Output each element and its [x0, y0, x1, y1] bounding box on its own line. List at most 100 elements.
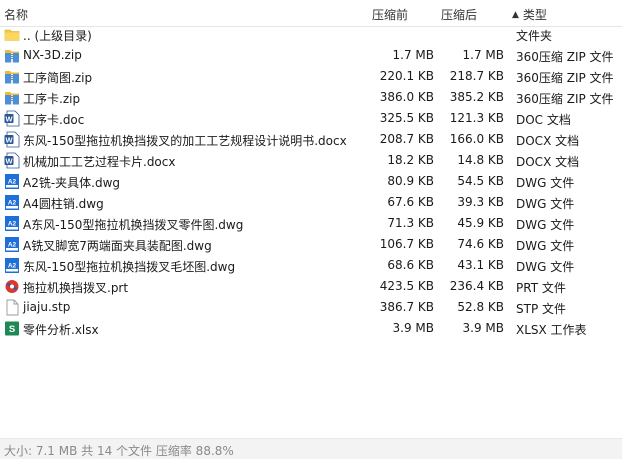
- file-name: 拖拉机换挡拨叉.prt: [23, 281, 129, 295]
- svg-text:A2: A2: [8, 200, 17, 207]
- file-type: 360压缩 ZIP 文件: [516, 92, 614, 106]
- column-type-header[interactable]: ▲ 类型: [512, 6, 547, 23]
- file-row[interactable]: S 零件分析.xlsx 3.9 MB 3.9 MB XLSX 工作表: [0, 318, 622, 339]
- compressed-size: 74.6 KB: [457, 237, 504, 251]
- word-icon: W: [4, 110, 20, 127]
- original-size: 68.6 KB: [387, 258, 434, 272]
- file-name: 工序简图.zip: [23, 71, 93, 85]
- dwg-icon: A2: [4, 173, 20, 190]
- column-header: 名称 压缩前 压缩后 ▲ 类型: [0, 0, 622, 27]
- svg-text:A2: A2: [8, 242, 17, 249]
- original-size: 1.7 MB: [392, 48, 434, 62]
- zip-icon: [4, 89, 20, 106]
- file-row[interactable]: A2 A2铣-夹具体.dwg 80.9 KB 54.5 KB DWG 文件: [0, 171, 622, 192]
- compressed-size: 121.3 KB: [449, 111, 504, 125]
- file-type: STP 文件: [516, 302, 566, 316]
- original-size: 423.5 KB: [379, 279, 434, 293]
- file-type: DWG 文件: [516, 239, 575, 253]
- file-row[interactable]: jiaju.stp 386.7 KB 52.8 KB STP 文件: [0, 297, 622, 318]
- column-compressed-size-header[interactable]: 压缩后: [441, 6, 477, 23]
- file-name: A2铣-夹具体.dwg: [23, 176, 121, 190]
- compressed-size: 14.8 KB: [457, 153, 504, 167]
- original-size: 386.0 KB: [379, 90, 434, 104]
- file-name: A东风-150型拖拉机换挡拨叉零件图.dwg: [23, 218, 244, 232]
- original-size: 3.9 MB: [392, 321, 434, 335]
- file-name: 工序卡.zip: [23, 92, 81, 106]
- file-row[interactable]: 工序卡.zip 386.0 KB 385.2 KB 360压缩 ZIP 文件: [0, 87, 622, 108]
- file-type: XLSX 工作表: [516, 323, 587, 337]
- dwg-icon: A2: [4, 194, 20, 211]
- compressed-size: 218.7 KB: [449, 69, 504, 83]
- svg-text:A2: A2: [8, 221, 17, 228]
- status-bar: 大小: 7.1 MB 共 14 个文件 压缩率 88.8%: [0, 438, 622, 459]
- file-name: 零件分析.xlsx: [23, 323, 99, 337]
- compressed-size: 3.9 MB: [462, 321, 504, 335]
- column-original-size-header[interactable]: 压缩前: [372, 6, 408, 23]
- original-size: 386.7 KB: [379, 300, 434, 314]
- file-row[interactable]: 工序简图.zip 220.1 KB 218.7 KB 360压缩 ZIP 文件: [0, 66, 622, 87]
- excel-icon: S: [4, 320, 20, 337]
- zip-icon: [4, 68, 20, 85]
- file-row[interactable]: W 东风-150型拖拉机换挡拨叉的加工工艺规程设计说明书.docx 208.7 KB…: [0, 129, 622, 150]
- file-list: .. (上级目录) 文件夹 NX-3D.zip 1.7 MB 1.7 MB 360压缩 Z…: [0, 24, 622, 339]
- file-row[interactable]: NX-3D.zip 1.7 MB 1.7 MB 360压缩 ZIP 文件: [0, 45, 622, 66]
- file-row[interactable]: 拖拉机换挡拨叉.prt 423.5 KB 236.4 KB PRT 文件: [0, 276, 622, 297]
- file-row[interactable]: A2 东风-150型拖拉机换挡拨叉毛坯图.dwg 68.6 KB 43.1 KB DWG…: [0, 255, 622, 276]
- file-type: DOCX 文档: [516, 155, 580, 169]
- dwg-icon: A2: [4, 236, 20, 253]
- file-name: 工序卡.doc: [23, 113, 85, 127]
- status-text: 大小: 7.1 MB 共 14 个文件 压缩率 88.8%: [4, 444, 234, 458]
- file-row[interactable]: A2 A4圆柱销.dwg 67.6 KB 39.3 KB DWG 文件: [0, 192, 622, 213]
- original-size: 220.1 KB: [379, 69, 434, 83]
- file-type: 360压缩 ZIP 文件: [516, 50, 614, 64]
- compressed-size: 45.9 KB: [457, 216, 504, 230]
- compressed-size: 236.4 KB: [449, 279, 504, 293]
- compressed-size: 166.0 KB: [449, 132, 504, 146]
- column-type-label: 类型: [522, 8, 547, 22]
- svg-text:A2: A2: [8, 263, 17, 270]
- nx-prt-icon: [4, 278, 20, 295]
- compressed-size: 1.7 MB: [462, 48, 504, 62]
- file-type: 文件夹: [516, 29, 553, 43]
- original-size: 67.6 KB: [387, 195, 434, 209]
- compressed-size: 43.1 KB: [457, 258, 504, 272]
- column-name-header[interactable]: 名称: [4, 6, 28, 23]
- file-row[interactable]: W 工序卡.doc 325.5 KB 121.3 KB DOC 文档: [0, 108, 622, 129]
- file-name: .. (上级目录): [23, 29, 92, 43]
- file-row[interactable]: A2 A东风-150型拖拉机换挡拨叉零件图.dwg 71.3 KB 45.9 KB DW…: [0, 213, 622, 234]
- file-type: PRT 文件: [516, 281, 566, 295]
- compressed-size: 385.2 KB: [449, 90, 504, 104]
- file-row[interactable]: .. (上级目录) 文件夹: [0, 24, 622, 45]
- file-name: 东风-150型拖拉机换挡拨叉的加工工艺规程设计说明书.docx: [23, 134, 347, 148]
- original-size: 106.7 KB: [379, 237, 434, 251]
- compressed-size: 52.8 KB: [457, 300, 504, 314]
- blank-file-icon: [4, 299, 20, 316]
- file-type: DWG 文件: [516, 260, 575, 274]
- svg-text:W: W: [5, 114, 13, 123]
- original-size: 80.9 KB: [387, 174, 434, 188]
- file-type: DOC 文档: [516, 113, 571, 127]
- original-size: 18.2 KB: [387, 153, 434, 167]
- file-type: DWG 文件: [516, 197, 575, 211]
- file-row[interactable]: A2 A铣叉脚宽7两端面夹具装配图.dwg 106.7 KB 74.6 KB DWG 文…: [0, 234, 622, 255]
- folder-icon: [4, 26, 20, 43]
- file-type: DWG 文件: [516, 176, 575, 190]
- file-type: DWG 文件: [516, 218, 575, 232]
- file-row[interactable]: W 机械加工工艺过程卡片.docx 18.2 KB 14.8 KB DOCX 文档: [0, 150, 622, 171]
- file-type: 360压缩 ZIP 文件: [516, 71, 614, 85]
- file-name: A铣叉脚宽7两端面夹具装配图.dwg: [23, 239, 212, 253]
- original-size: 325.5 KB: [379, 111, 434, 125]
- svg-text:W: W: [5, 135, 13, 144]
- file-name: A4圆柱销.dwg: [23, 197, 104, 211]
- file-name: 东风-150型拖拉机换挡拨叉毛坯图.dwg: [23, 260, 236, 274]
- file-type: DOCX 文档: [516, 134, 580, 148]
- svg-text:W: W: [5, 156, 13, 165]
- file-name: NX-3D.zip: [23, 48, 82, 62]
- dwg-icon: A2: [4, 215, 20, 232]
- word-icon: W: [4, 131, 20, 148]
- original-size: 71.3 KB: [387, 216, 434, 230]
- svg-text:S: S: [9, 324, 15, 335]
- original-size: 208.7 KB: [379, 132, 434, 146]
- file-name: 机械加工工艺过程卡片.docx: [23, 155, 176, 169]
- dwg-icon: A2: [4, 257, 20, 274]
